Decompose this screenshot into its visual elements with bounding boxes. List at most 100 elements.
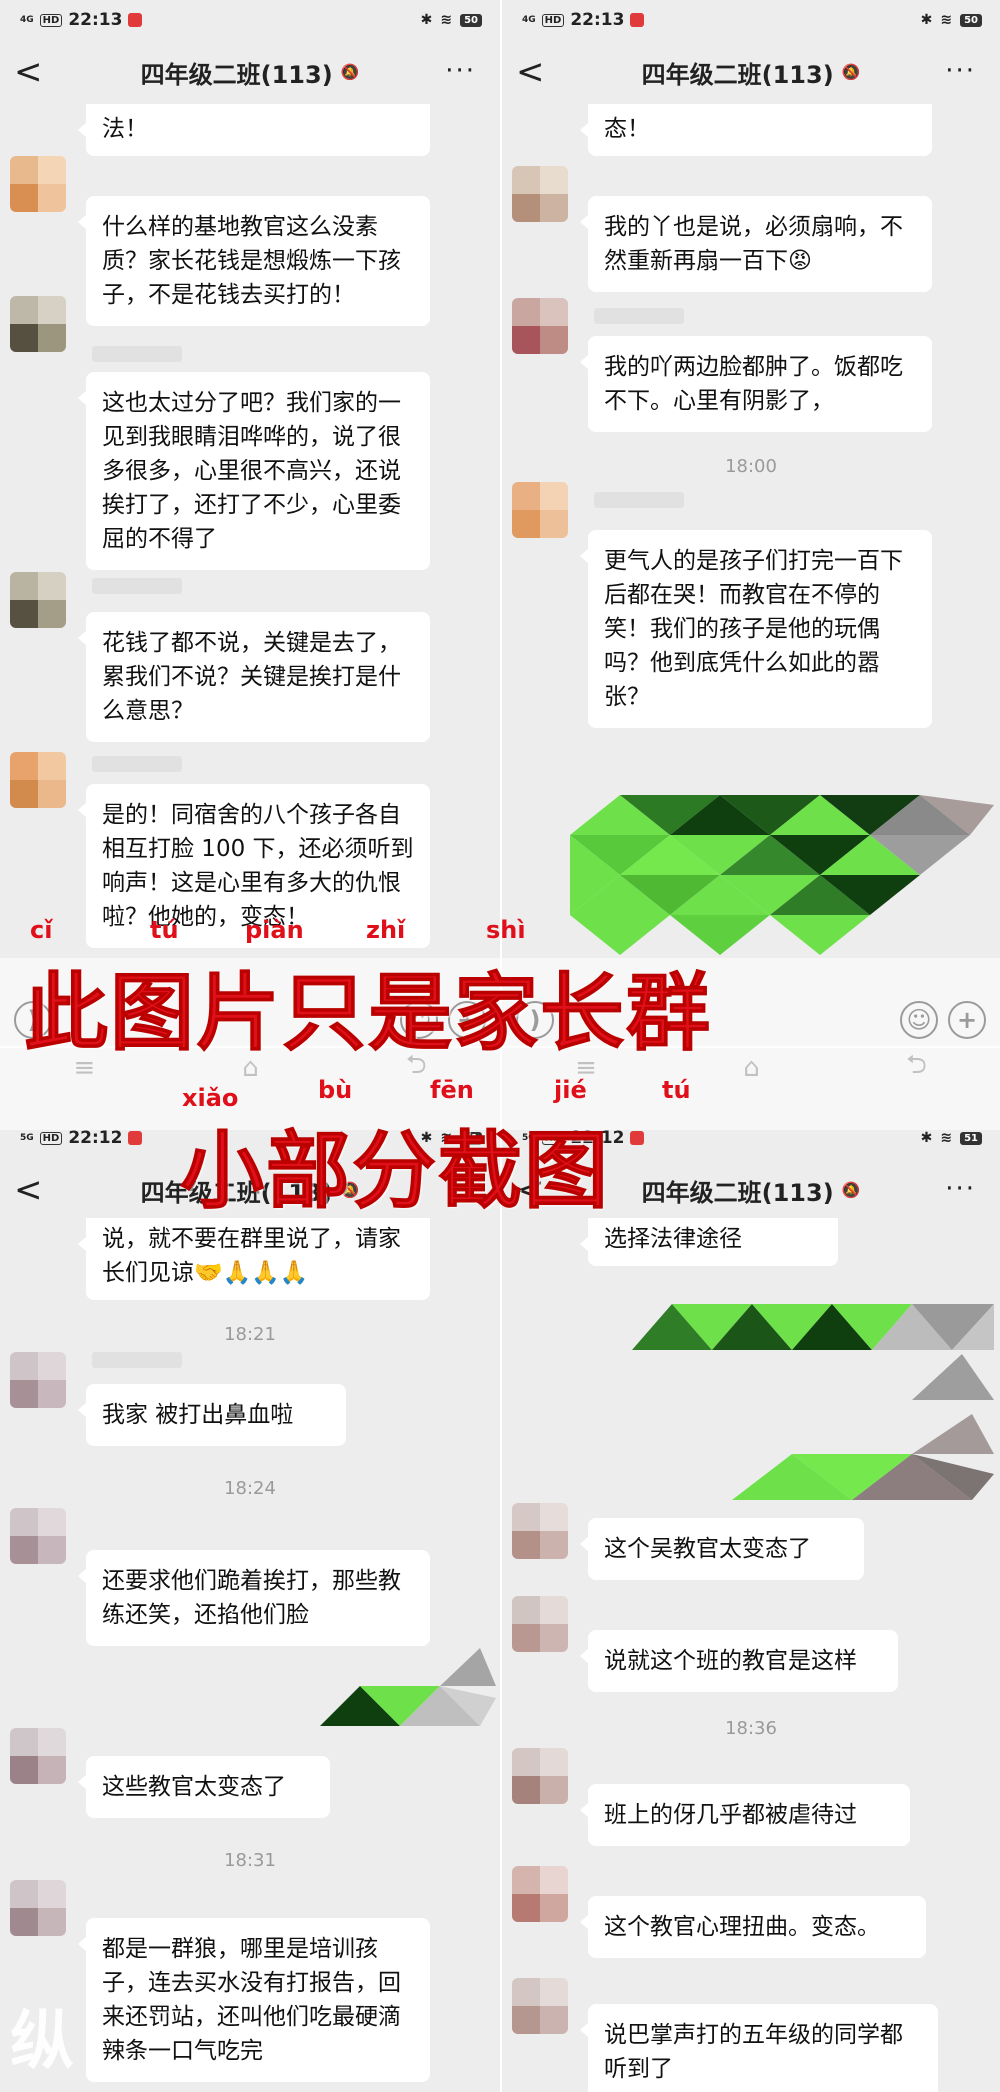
status-time: 22:12 <box>570 1128 625 1148</box>
home-icon[interactable]: ⌂ <box>242 1053 259 1083</box>
status-time: 22:13 <box>570 10 625 30</box>
avatar <box>512 1978 568 2034</box>
timestamp: 18:00 <box>725 456 777 477</box>
screenshot-bottom-left: ≡ ⌂ ⮌ 5G HD 22:12 ✱ ≋ 51 < 四年级二班(113) 🔕 … <box>0 1046 500 2092</box>
sender-name <box>92 756 182 772</box>
sender-name <box>92 1352 182 1368</box>
bluetooth-icon: ✱ <box>420 1130 433 1146</box>
home-icon[interactable]: ⌂ <box>743 1053 760 1083</box>
status-time: 22:12 <box>68 1128 123 1148</box>
status-bar: 5G HD 22:12 ✱ ≋ 51 <box>0 1118 500 1158</box>
avatar <box>10 296 66 352</box>
chat-title: 四年级二班(113) <box>140 60 333 89</box>
battery-icon: 51 <box>960 1131 982 1145</box>
more-icon[interactable]: ··· <box>445 56 476 86</box>
message-bubble: 这个教官心理扭曲。变态。 <box>580 1896 926 1958</box>
battery-icon: 50 <box>960 13 982 27</box>
notification-icon <box>630 13 645 27</box>
sender-name <box>594 492 684 508</box>
message-bubble: 说巴掌声打的五年级的同学都听到了 <box>580 2004 938 2092</box>
message-bubble: 花钱了都不说，关键是去了，累我们不说？关键是挨打是什么意思？ <box>78 612 430 742</box>
mute-icon: 🔕 <box>841 63 861 81</box>
message-bubble: 法！ <box>78 104 430 156</box>
bluetooth-icon: ✱ <box>920 1130 933 1146</box>
menu-icon[interactable]: ≡ <box>73 1053 95 1083</box>
mosaic-redaction <box>320 1648 496 1726</box>
plus-icon[interactable]: + <box>448 1001 486 1039</box>
message-bubble: 这些教官太变态了 <box>78 1756 330 1818</box>
system-nav: ≡ ⌂ ⮌ <box>0 1048 500 1088</box>
chat-header: < 四年级二班(113) 🔕 ··· <box>502 1158 1000 1222</box>
message-bubble: 选择法律途径 <box>580 1218 838 1266</box>
hd-icon: HD <box>541 13 565 27</box>
mosaic-redaction <box>632 1304 994 1500</box>
chat-title: 四年级二班(113) <box>641 60 834 89</box>
avatar <box>512 482 568 538</box>
status-bar: 4G HD 22:13 ✱ ≋ 50 <box>502 0 1000 40</box>
message-bubble: 还要求他们跪着挨打，那些教练还笑，还掐他们脸 <box>78 1550 430 1646</box>
avatar <box>512 1596 568 1652</box>
notification-icon <box>128 13 143 27</box>
more-icon[interactable]: ··· <box>445 1174 476 1204</box>
avatar <box>10 1880 66 1936</box>
screenshot-top-right: 4G HD 22:13 ✱ ≋ 50 < 四年级二班(113) 🔕 ··· 态！… <box>500 0 1000 1046</box>
back-icon[interactable]: < <box>14 52 43 92</box>
message-bubble: 态！ <box>580 104 932 156</box>
avatar <box>512 1503 568 1559</box>
chat-header: < 四年级二班(113) 🔕 ··· <box>502 40 1000 104</box>
signal-icon: 4G <box>522 14 536 25</box>
message-bubble: 班上的伢几乎都被虐待过 <box>580 1784 910 1846</box>
message-bubble: 都是一群狼，哪里是培训孩子，连去买水没有打报告，回来还罚站，还叫他们吃最硬滴辣条… <box>78 1918 430 2082</box>
plus-icon[interactable]: + <box>948 1001 986 1039</box>
mosaic-shapes <box>632 1304 994 1500</box>
more-icon[interactable]: ··· <box>945 1174 976 1204</box>
voice-icon[interactable]: ) <box>14 1001 52 1039</box>
timestamp: 18:31 <box>224 1850 276 1871</box>
input-toolbar: ) ☺ + <box>502 990 1000 1046</box>
hd-icon: HD <box>541 1131 565 1145</box>
emoji-icon[interactable]: ☺ <box>900 1001 938 1039</box>
wifi-icon: ≋ <box>940 1130 953 1146</box>
chat-header: < 四年级二班(113) 🔕 ··· <box>0 40 500 104</box>
mosaic-shapes <box>570 795 994 955</box>
sender-name <box>594 308 684 324</box>
avatar <box>10 752 66 808</box>
avatar <box>10 1508 66 1564</box>
avatar <box>10 1352 66 1408</box>
menu-icon[interactable]: ≡ <box>575 1053 597 1083</box>
screenshot-bottom-right: ≡ ⌂ ⮌ 5G HD 22:12 ✱ ≋ 51 < 四年级二班(113) 🔕 … <box>500 1046 1000 2092</box>
back-icon[interactable]: < <box>516 52 545 92</box>
timestamp: 18:24 <box>224 1478 276 1499</box>
notification-icon <box>630 1131 645 1145</box>
signal-icon: 5G <box>20 1132 34 1143</box>
mute-icon: 🔕 <box>340 63 360 81</box>
back-icon[interactable]: < <box>14 1170 43 1210</box>
message-bubble: 这也太过分了吧？我们家的一见到我眼睛泪哗哗的，说了很多很多，心里很不高兴，还说挨… <box>78 372 430 570</box>
battery-icon: 51 <box>460 1131 482 1145</box>
system-nav: ≡ ⌂ ⮌ <box>502 1048 1000 1088</box>
mosaic-redaction <box>570 795 994 975</box>
message-bubble: 我的吖两边脸都肿了。饭都吃不下。心里有阴影了， <box>580 336 932 432</box>
signal-icon: 5G <box>522 1132 536 1143</box>
return-icon[interactable]: ⮌ <box>906 1048 927 1090</box>
voice-icon[interactable]: ) <box>516 1001 554 1039</box>
message-bubble: 更气人的是孩子们打完一百下后都在哭！而教官在不停的笑！我们的孩子是他的玩偶吗？他… <box>580 530 932 728</box>
bluetooth-icon: ✱ <box>420 12 433 28</box>
signal-icon: 4G <box>20 14 34 25</box>
hd-icon: HD <box>39 13 63 27</box>
return-icon[interactable]: ⮌ <box>406 1048 427 1090</box>
message-bubble: 什么样的基地教官这么没素质？家长花钱是想煅炼一下孩子，不是花钱去买打的！ <box>78 196 430 326</box>
sender-name <box>92 346 182 362</box>
status-time: 22:13 <box>68 10 123 30</box>
avatar <box>10 156 66 212</box>
message-bubble: 这个吴教官太变态了 <box>580 1518 864 1580</box>
status-bar: 4G HD 22:13 ✱ ≋ 50 <box>0 0 500 40</box>
timestamp: 18:21 <box>224 1324 276 1345</box>
back-icon[interactable]: < <box>516 1170 545 1210</box>
message-bubble: 说，就不要在群里说了，请家长们见谅🤝🙏🙏🙏 <box>78 1218 430 1300</box>
timestamp: 18:36 <box>725 1718 777 1739</box>
wifi-icon: ≋ <box>440 1130 453 1146</box>
emoji-icon[interactable]: ☺ <box>400 1001 438 1039</box>
more-icon[interactable]: ··· <box>945 56 976 86</box>
status-bar: 5G HD 22:12 ✱ ≋ 51 <box>502 1118 1000 1158</box>
